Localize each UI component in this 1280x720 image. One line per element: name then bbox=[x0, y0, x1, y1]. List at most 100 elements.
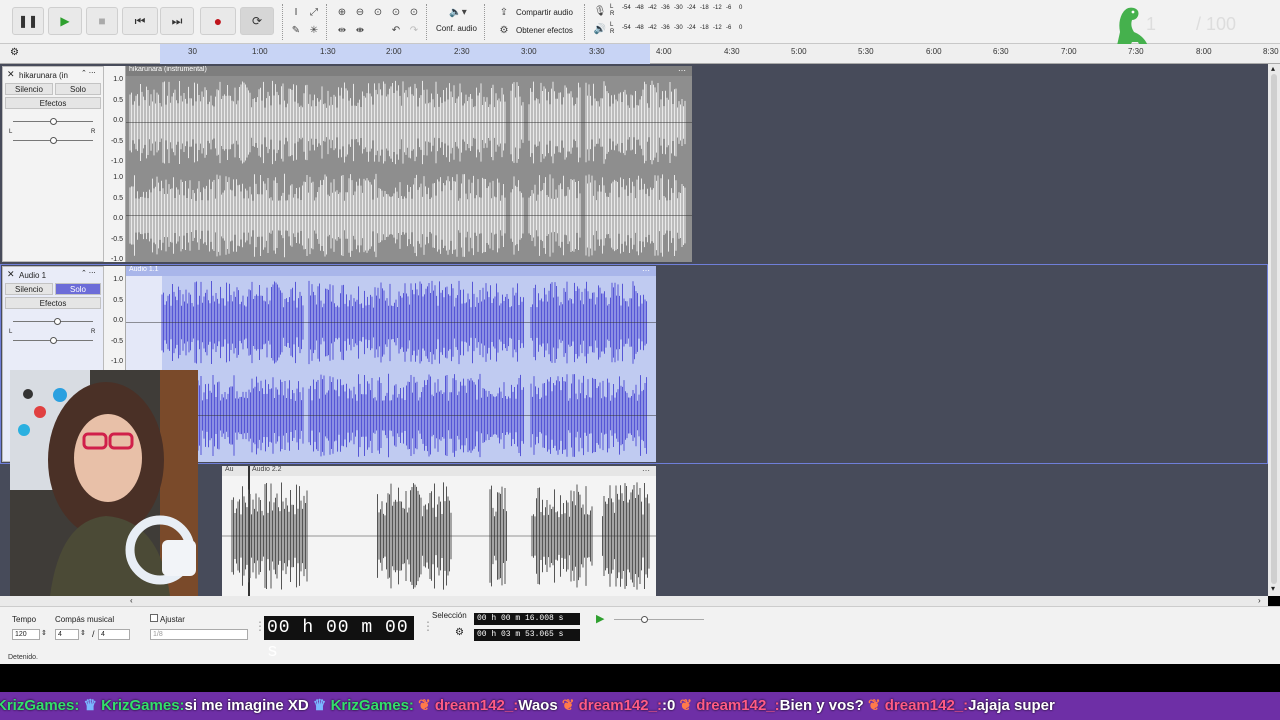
ruler-tick-label: 6:30 bbox=[993, 47, 1009, 56]
clip-menu-icon[interactable]: ⋯ bbox=[642, 466, 650, 475]
snap-select[interactable]: 1/8 bbox=[150, 629, 248, 640]
meter-scale-label: -48 bbox=[635, 25, 644, 31]
gain-slider[interactable] bbox=[13, 318, 93, 325]
zoom-toggle-icon[interactable]: ⊙ bbox=[406, 5, 422, 19]
trim-icon[interactable]: ⇹ bbox=[334, 23, 350, 37]
timeline-ruler[interactable]: ⚙ 30 1:00 1:30 2:00 2:30 3:00 3:30 4:00 4:30 5:00… bbox=[0, 44, 1280, 64]
selection-start[interactable]: 00 h 00 m 16.008 s bbox=[474, 613, 580, 625]
silence-icon[interactable]: ⇼ bbox=[352, 23, 368, 37]
selection-end[interactable]: 00 h 03 m 53.065 s bbox=[474, 629, 580, 641]
solo-button[interactable]: Solo bbox=[55, 283, 101, 295]
draw-tool-icon[interactable]: ✎ bbox=[288, 23, 304, 37]
microphone-icon[interactable]: 🎙 bbox=[592, 4, 608, 18]
pause-button[interactable]: ❚❚ bbox=[12, 7, 44, 35]
time-display[interactable]: 00 h 00 m 00 s bbox=[264, 616, 414, 662]
meter-scale-label: -30 bbox=[674, 25, 683, 31]
fit-selection-icon[interactable]: ⊙ bbox=[370, 5, 386, 19]
tempo-input[interactable]: 120 bbox=[12, 629, 40, 640]
audio-clip[interactable]: hikarunara (instrumental) ⋯ bbox=[126, 66, 692, 262]
meter-scale-label: -24 bbox=[687, 5, 696, 11]
stop-button[interactable]: ■ bbox=[86, 7, 118, 35]
collapse-icon[interactable]: ⌃ ⋯ bbox=[81, 269, 96, 277]
audio-clip[interactable]: Audio 1.1 ⋯ bbox=[126, 266, 656, 462]
selection-tool-icon[interactable]: I bbox=[288, 5, 304, 19]
record-button[interactable]: ● bbox=[200, 7, 236, 35]
audio-setup-icon[interactable]: 🔈▾ bbox=[444, 5, 472, 19]
tempo-stepper-icon[interactable]: ⇕ bbox=[41, 629, 47, 637]
share-audio-icon[interactable]: ⇪ bbox=[496, 5, 512, 19]
time-signature-numerator[interactable]: 4 bbox=[55, 629, 79, 640]
collapse-icon[interactable]: ⌃ ⋯ bbox=[81, 69, 96, 77]
scroll-thumb[interactable] bbox=[1271, 74, 1277, 584]
selection-settings-icon[interactable]: ⚙ bbox=[455, 627, 464, 638]
playback-meter[interactable]: -54 -48 -42 -36 -30 -24 -18 -12 -6 0 bbox=[622, 25, 772, 35]
track-name[interactable]: hikarunara (in bbox=[19, 71, 68, 80]
speaker-icon[interactable]: 🔊 bbox=[592, 22, 608, 36]
toolbar: ❚❚ ▶ ■ ⏮ ⏭ ● ⟳ I ⤢ ✎ ✳ ⊕ ⊖ ⊙ ⊙ ⊙ ⇹ ⇼ ↶ ↷… bbox=[0, 0, 1280, 44]
mute-button[interactable]: Silencio bbox=[5, 283, 53, 295]
track-name[interactable]: Audio 1 bbox=[19, 271, 46, 280]
loop-button[interactable]: ⟳ bbox=[240, 7, 274, 35]
pan-slider[interactable] bbox=[13, 137, 93, 144]
numerator-stepper-icon[interactable]: ⇕ bbox=[80, 629, 86, 637]
mute-button[interactable]: Silencio bbox=[5, 83, 53, 95]
close-track-icon[interactable]: ✕ bbox=[7, 269, 15, 280]
fit-project-icon[interactable]: ⊙ bbox=[388, 5, 404, 19]
clip-title[interactable]: Audio 1.1 bbox=[126, 266, 656, 276]
scroll-left-icon[interactable]: ‹ bbox=[130, 596, 133, 605]
ruler-tick-label: 4:00 bbox=[656, 47, 672, 56]
flower-badge-icon: ❦ bbox=[413, 697, 435, 714]
chat-ticker: KrizGames: ♛ KrizGames:si me imagine XD … bbox=[0, 692, 1280, 720]
meter-scale-label: -6 bbox=[726, 25, 732, 31]
horizontal-scrollbar[interactable]: ‹ › bbox=[0, 596, 1268, 606]
recording-meter[interactable]: -54 -48 -42 -36 -30 -24 -18 -12 -6 0 bbox=[622, 5, 772, 15]
effects-button[interactable]: Efectos bbox=[5, 97, 101, 109]
skip-start-button[interactable]: ⏮ bbox=[122, 7, 158, 35]
zoom-in-icon[interactable]: ⊕ bbox=[334, 5, 350, 19]
toolbar-grip-icon[interactable]: ⋮ bbox=[422, 619, 434, 633]
pause-icon: ❚❚ bbox=[17, 14, 39, 28]
ruler-tick-label: 5:00 bbox=[791, 47, 807, 56]
clip-title-a[interactable]: Au Audio 2.2 bbox=[222, 466, 656, 476]
toolbar-separator bbox=[484, 4, 486, 40]
zoom-out-icon[interactable]: ⊖ bbox=[352, 5, 368, 19]
vertical-scrollbar[interactable]: ▴ ▾ bbox=[1268, 64, 1280, 596]
pan-right-label: R bbox=[91, 329, 96, 335]
skip-end-button[interactable]: ⏭ bbox=[160, 7, 194, 35]
scroll-right-icon[interactable]: › bbox=[1258, 596, 1261, 605]
meter-r-label: R bbox=[610, 11, 615, 17]
ruler-settings-icon[interactable]: ⚙ bbox=[10, 47, 19, 58]
meter-scale-label: -42 bbox=[648, 25, 657, 31]
envelope-tool-icon[interactable]: ⤢ bbox=[306, 5, 322, 19]
flower-badge-icon: ❦ bbox=[675, 697, 697, 714]
play-at-speed-icon[interactable]: ▶ bbox=[596, 612, 604, 625]
get-effects-button[interactable]: Obtener efectos bbox=[516, 26, 573, 35]
solo-button[interactable]: Solo bbox=[55, 83, 101, 95]
meter-scale-label: -42 bbox=[648, 5, 657, 11]
pan-slider[interactable] bbox=[13, 337, 93, 344]
track-control-panel[interactable]: ✕ hikarunara (in ⌃ ⋯ Silencio Solo Efect… bbox=[2, 66, 104, 262]
chat-message: Jajaja super bbox=[968, 697, 1055, 714]
playback-speed-slider[interactable] bbox=[614, 616, 704, 623]
multi-tool-icon[interactable]: ✳ bbox=[306, 23, 322, 37]
play-button[interactable]: ▶ bbox=[48, 7, 82, 35]
scroll-up-icon[interactable]: ▴ bbox=[1271, 64, 1275, 73]
clip-title[interactable]: hikarunara (instrumental) bbox=[126, 66, 692, 76]
clip-menu-icon[interactable]: ⋯ bbox=[678, 66, 686, 75]
share-audio-button[interactable]: Compartir audio bbox=[516, 8, 573, 17]
close-track-icon[interactable]: ✕ bbox=[7, 69, 15, 80]
audio-setup-label[interactable]: Conf. audio bbox=[436, 24, 477, 33]
meter-scale-label: -36 bbox=[661, 5, 670, 11]
snap-checkbox[interactable] bbox=[150, 614, 158, 622]
scale-label: -1.0 bbox=[110, 158, 123, 165]
gain-slider[interactable] bbox=[13, 118, 93, 125]
undo-icon[interactable]: ↶ bbox=[388, 23, 404, 37]
time-signature-denominator[interactable]: 4 bbox=[98, 629, 130, 640]
audio-clip[interactable]: Au Audio 2.2 ⋯ bbox=[222, 466, 656, 596]
skip-end-icon: ⏭ bbox=[171, 13, 183, 28]
get-effects-icon[interactable]: ⚙ bbox=[496, 23, 512, 37]
redo-icon[interactable]: ↷ bbox=[406, 23, 422, 37]
clip-menu-icon[interactable]: ⋯ bbox=[642, 266, 650, 275]
effects-button[interactable]: Efectos bbox=[5, 297, 101, 309]
scroll-down-icon[interactable]: ▾ bbox=[1271, 584, 1275, 593]
